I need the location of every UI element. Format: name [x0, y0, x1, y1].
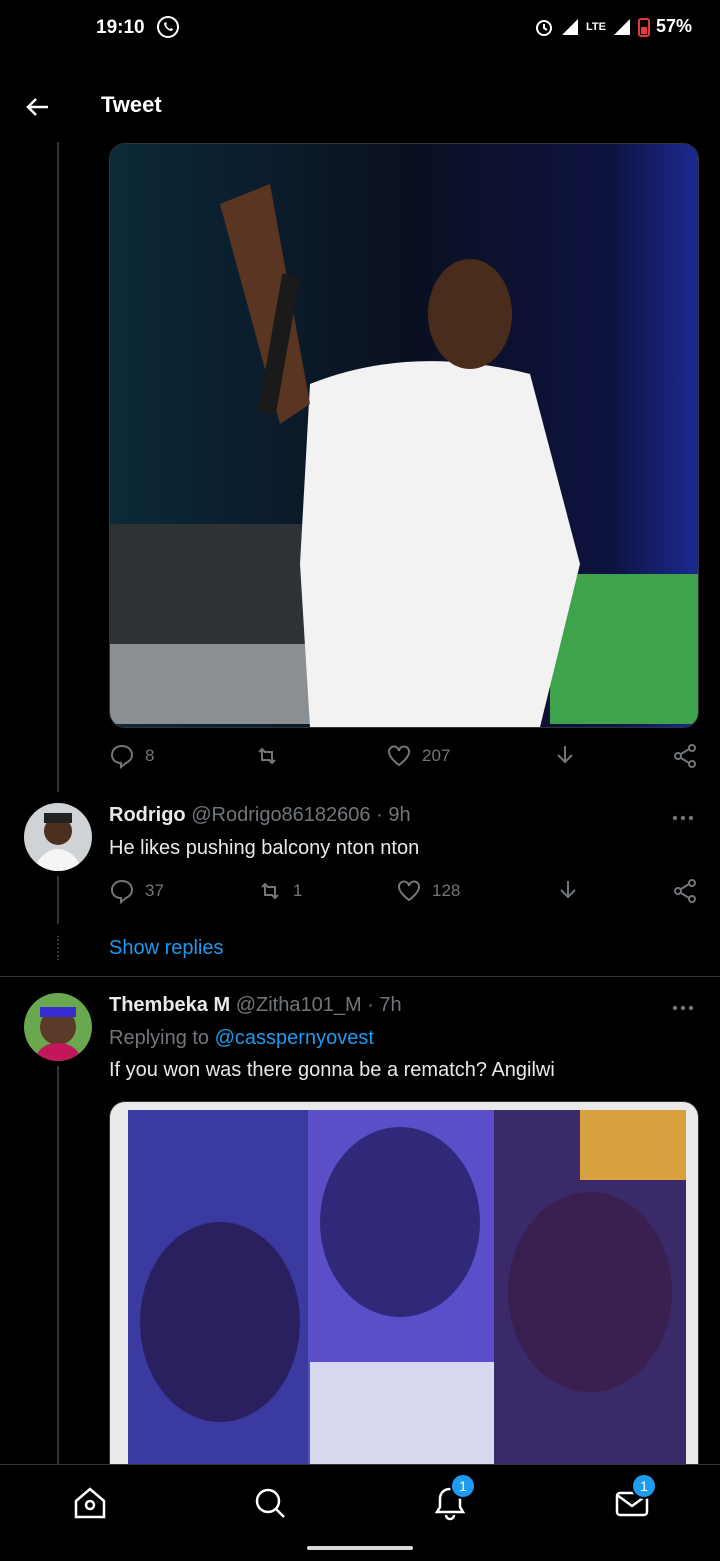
replying-label: Replying to [109, 1027, 210, 1049]
home-icon[interactable] [70, 1483, 110, 1523]
replying-handle[interactable]: @casspernyovest [215, 1027, 374, 1049]
reply-thread-line [57, 876, 59, 924]
whatsapp-icon [157, 16, 179, 38]
notifications-badge: 1 [450, 1473, 476, 1499]
reply-icon [110, 879, 134, 904]
like-count: 128 [432, 881, 461, 900]
like-action[interactable]: 207 [386, 743, 450, 769]
battery-icon [637, 17, 650, 37]
retweet-icon [261, 882, 279, 900]
download-icon [560, 881, 576, 899]
show-replies-link[interactable]: Show replies [109, 937, 224, 960]
download-icon [557, 746, 573, 764]
share-action[interactable] [552, 743, 578, 769]
share-link-action[interactable] [672, 878, 698, 904]
heart-icon [388, 745, 410, 767]
thread-line [57, 142, 59, 792]
author-name[interactable]: Rodrigo [109, 804, 186, 826]
thread-line [57, 1066, 59, 1464]
share-link-action[interactable] [672, 743, 698, 769]
reply-count: 8 [145, 746, 155, 765]
author-handle: @Zitha101_M · 7h [235, 994, 402, 1016]
tweet-image[interactable] [109, 143, 699, 728]
share-action[interactable] [555, 878, 581, 904]
retweet-icon [258, 747, 276, 765]
like-action[interactable]: 128 [396, 878, 460, 904]
avatar[interactable] [24, 993, 92, 1061]
page-title: Tweet [101, 92, 162, 117]
back-arrow-icon[interactable] [24, 94, 50, 120]
status-right: LTE 57% [534, 16, 692, 37]
share-icon [674, 744, 696, 768]
tweet-text: If you won was there gonna be a rematch?… [109, 1059, 555, 1081]
retweet-action[interactable]: 1 [257, 878, 302, 904]
reply-icon [110, 744, 134, 769]
battery-level: 57% [655, 16, 692, 36]
gesture-home-indicator[interactable] [307, 1546, 413, 1550]
author-handle: @Rodrigo86182606 · 9h [191, 804, 411, 826]
more-options-icon[interactable] [672, 1005, 694, 1011]
performer-photo [110, 144, 698, 727]
network-type: LTE [586, 20, 606, 33]
signal-icon [562, 18, 578, 35]
messages-badge: 1 [631, 1473, 657, 1499]
reply-count: 37 [145, 881, 164, 900]
alarm-icon [536, 19, 552, 36]
heart-icon [398, 880, 420, 902]
retweet-action[interactable] [254, 743, 280, 769]
more-options-icon[interactable] [672, 815, 694, 821]
tweet-text: He likes pushing balcony nton nton [109, 837, 420, 859]
status-time: 19:10 [96, 17, 145, 38]
reply-action[interactable]: 37 [109, 878, 164, 904]
tweet-image[interactable] [109, 1101, 699, 1483]
status-bar: 19:10 LTE 57% [0, 0, 720, 60]
top-app-bar: Tweet [0, 70, 720, 142]
reply-action[interactable]: 8 [109, 743, 154, 769]
meme-photo [110, 1102, 698, 1482]
tweet-actions: 37 1 128 [109, 878, 699, 908]
like-count: 207 [422, 746, 451, 765]
tweet-author: Thembeka M @Zitha101_M · 7h [109, 994, 402, 1017]
reply-thread-dots [57, 936, 59, 960]
replying-to: Replying to @casspernyovest [109, 1027, 374, 1050]
divider [0, 976, 720, 977]
tweet-actions: 8 207 [109, 743, 699, 773]
avatar[interactable] [24, 803, 92, 871]
share-icon [674, 879, 696, 903]
search-icon[interactable] [250, 1483, 290, 1523]
author-name[interactable]: Thembeka M [109, 994, 230, 1016]
signal-icon-2 [613, 18, 630, 35]
tweet-author: Rodrigo @Rodrigo86182606 · 9h [109, 804, 411, 827]
retweet-count: 1 [293, 881, 303, 900]
